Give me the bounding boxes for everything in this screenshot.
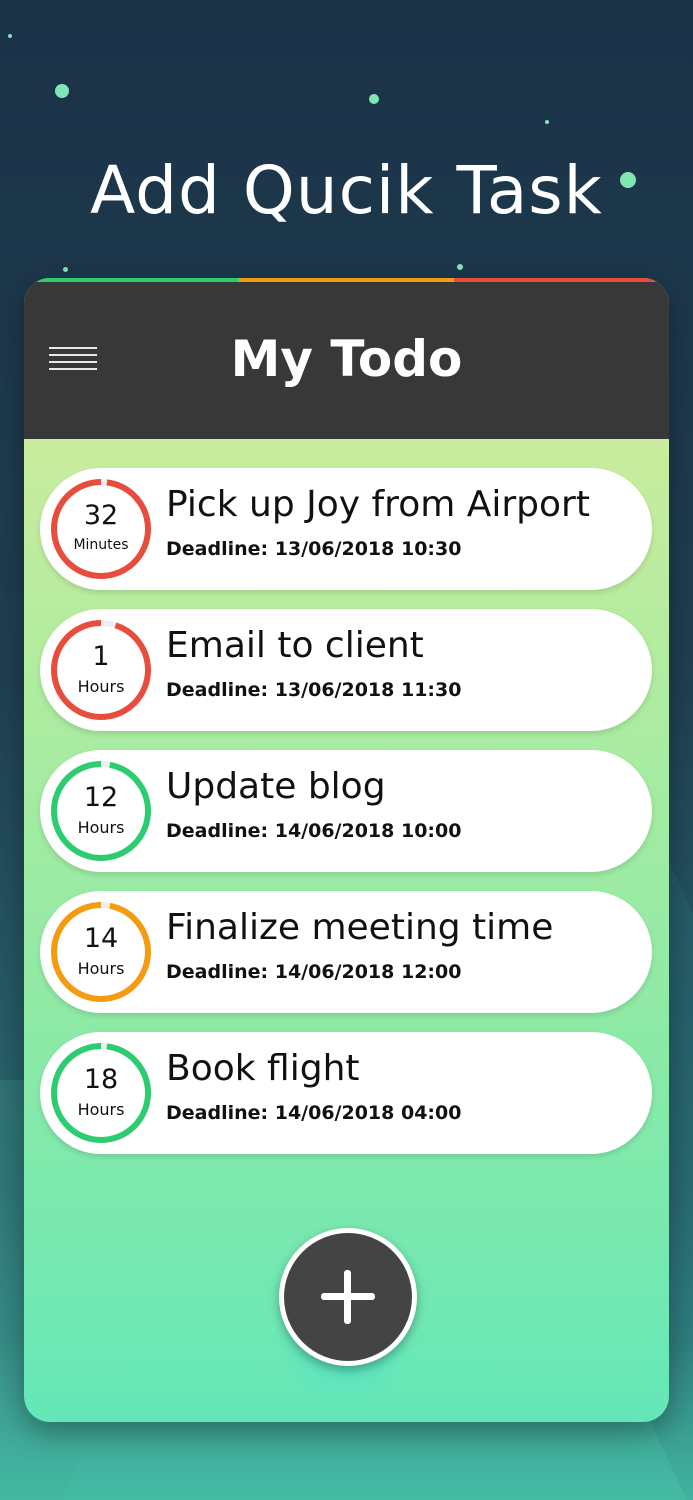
background-star [457,264,463,270]
remaining-unit: Minutes [73,537,129,553]
remaining-unit: Hours [77,677,125,696]
task-deadline: Deadline: 14/06/2018 04:00 [166,1102,462,1124]
task-card[interactable]: 1 Hours Email to client Deadline: 13/06/… [40,609,652,731]
plus-icon [344,1270,351,1324]
remaining-value: 32 [83,500,119,531]
background-star [55,84,69,98]
task-card[interactable]: 12 Hours Update blog Deadline: 14/06/201… [40,750,652,872]
countdown-ring: 18 Hours [50,1042,152,1144]
task-list: 32 Minutes Pick up Joy from Airport Dead… [40,468,652,1173]
task-deadline: Deadline: 14/06/2018 12:00 [166,961,462,983]
task-deadline: Deadline: 13/06/2018 11:30 [166,679,462,701]
countdown-ring: 14 Hours [50,901,152,1003]
task-card[interactable]: 32 Minutes Pick up Joy from Airport Dead… [40,468,652,590]
background-star [369,94,379,104]
task-title: Update blog [166,766,386,807]
task-title: Book flight [166,1048,360,1089]
countdown-ring: 12 Hours [50,760,152,862]
app-screen: My Todo 32 Minutes Pick up Joy from Airp… [24,278,669,1422]
task-deadline: Deadline: 14/06/2018 10:00 [166,820,462,842]
countdown-ring: 32 Minutes [50,478,152,580]
remaining-value: 12 [83,782,119,813]
background-star [545,120,549,124]
background-star [63,267,68,272]
task-title: Email to client [166,625,424,666]
background-star [8,34,12,38]
remaining-value: 1 [92,641,110,672]
app-header: My Todo [24,282,669,439]
task-title: Pick up Joy from Airport [166,484,590,525]
countdown-ring: 1 Hours [50,619,152,721]
remaining-value: 14 [83,923,119,954]
remaining-unit: Hours [77,1100,125,1119]
remaining-unit: Hours [77,959,125,978]
task-card[interactable]: 18 Hours Book flight Deadline: 14/06/201… [40,1032,652,1154]
app-title: My Todo [230,330,463,388]
promo-title: Add Qucik Task [90,152,603,229]
remaining-unit: Hours [77,818,125,837]
remaining-value: 18 [83,1064,119,1095]
task-deadline: Deadline: 13/06/2018 10:30 [166,538,462,560]
add-task-button[interactable] [279,1228,417,1366]
task-title: Finalize meeting time [166,907,554,948]
task-card[interactable]: 14 Hours Finalize meeting time Deadline:… [40,891,652,1013]
